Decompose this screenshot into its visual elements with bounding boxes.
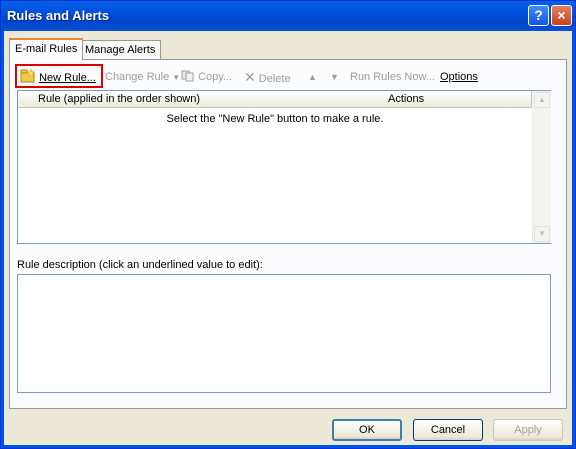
scroll-down-icon[interactable]: ▼ bbox=[534, 226, 550, 242]
move-up-button[interactable]: ▲ bbox=[308, 69, 317, 85]
rules-list-scrollbar[interactable]: ▲ ▼ bbox=[532, 91, 551, 243]
scroll-up-icon[interactable]: ▲ bbox=[534, 92, 550, 108]
rules-and-alerts-dialog: Rules and Alerts ? × E-mail Rules Manage… bbox=[0, 0, 576, 449]
dialog-title: Rules and Alerts bbox=[7, 8, 110, 23]
apply-button[interactable]: Apply bbox=[493, 419, 563, 441]
move-down-button[interactable]: ▼ bbox=[330, 69, 339, 85]
delete-button[interactable]: ✕ Delete bbox=[244, 69, 291, 85]
chevron-down-icon: ▼ bbox=[172, 73, 181, 82]
copy-icon bbox=[181, 70, 194, 82]
copy-button[interactable]: Copy... bbox=[181, 69, 232, 85]
cancel-button[interactable]: Cancel bbox=[413, 419, 483, 441]
rule-description-box[interactable] bbox=[17, 274, 551, 393]
copy-label: Copy... bbox=[198, 71, 233, 83]
rules-list[interactable]: Rule (applied in the order shown) Action… bbox=[17, 90, 551, 244]
new-rule-button[interactable]: New Rule... bbox=[20, 68, 96, 85]
run-rules-now-button[interactable]: Run Rules Now... bbox=[350, 69, 435, 85]
window-frame-left bbox=[1, 31, 4, 448]
window-frame-bottom bbox=[1, 445, 575, 448]
arrow-down-icon: ▼ bbox=[330, 72, 339, 82]
new-rule-label: New Rule... bbox=[39, 72, 96, 84]
window-frame-right bbox=[572, 31, 575, 448]
options-button[interactable]: Options bbox=[440, 69, 478, 85]
delete-icon: ✕ bbox=[244, 69, 256, 85]
rule-description-label: Rule description (click an underlined va… bbox=[17, 259, 263, 271]
column-header-rule[interactable]: Rule (applied in the order shown) bbox=[18, 91, 386, 108]
title-bar[interactable]: Rules and Alerts ? × bbox=[1, 1, 575, 31]
run-rules-now-label: Run Rules Now... bbox=[350, 71, 435, 83]
new-rule-icon bbox=[20, 68, 36, 83]
ok-button[interactable]: OK bbox=[332, 419, 402, 441]
change-rule-button[interactable]: Change Rule ▼ bbox=[105, 69, 180, 85]
empty-rules-message: Select the "New Rule" button to make a r… bbox=[166, 113, 384, 125]
tab-email-rules[interactable]: E-mail Rules bbox=[9, 38, 84, 60]
tab-manage-alerts[interactable]: Manage Alerts bbox=[79, 40, 162, 60]
change-rule-label: Change Rule bbox=[105, 71, 170, 83]
column-header-actions[interactable]: Actions bbox=[384, 91, 532, 108]
delete-label: Delete bbox=[258, 73, 291, 85]
arrow-up-icon: ▲ bbox=[308, 72, 317, 82]
help-button[interactable]: ? bbox=[528, 5, 549, 26]
close-button[interactable]: × bbox=[551, 5, 572, 26]
options-label: Options bbox=[440, 71, 478, 83]
